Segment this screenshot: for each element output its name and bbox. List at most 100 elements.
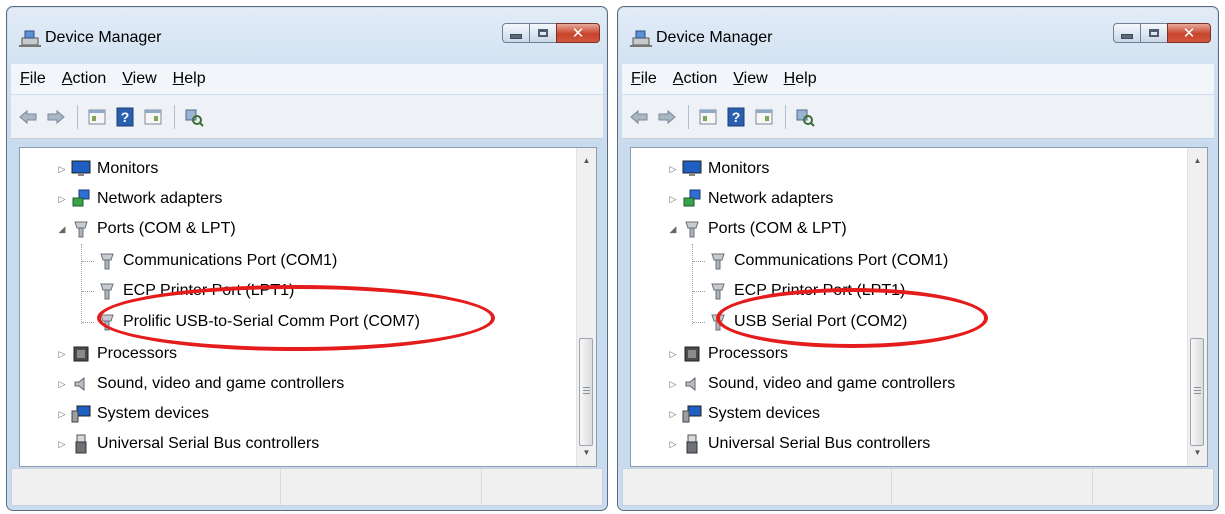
- maximize-button[interactable]: [529, 23, 557, 43]
- tree-item-label: Processors: [708, 345, 789, 362]
- scroll-down-icon[interactable]: ▼: [1188, 444, 1207, 462]
- close-button[interactable]: ✕: [556, 23, 600, 43]
- device-manager-icon: [630, 28, 652, 48]
- tree-item-ports[interactable]: ◢ Ports (COM & LPT): [668, 214, 847, 244]
- tree-item-label: System devices: [97, 405, 210, 422]
- tree-item-label: Monitors: [708, 160, 770, 177]
- tree-item-sound[interactable]: ▷ Sound, video and game controllers: [668, 369, 956, 399]
- close-icon: ✕: [571, 23, 585, 42]
- toolbar-separator: [785, 104, 786, 129]
- scroll-up-icon[interactable]: ▲: [1188, 152, 1207, 170]
- device-manager-window-right: Device Manager ✕ File Action View Help ?…: [617, 6, 1219, 511]
- menu-help[interactable]: Help: [784, 68, 817, 90]
- tree-item-system-devices[interactable]: ▷ System devices: [668, 399, 820, 429]
- help-icon[interactable]: ?: [725, 106, 747, 128]
- window-title: Device Manager: [45, 29, 162, 46]
- back-arrow-icon[interactable]: [628, 106, 650, 128]
- tree-guide-line: [82, 322, 94, 323]
- usb-icon: [682, 434, 702, 454]
- port-icon: [708, 281, 728, 301]
- back-arrow-icon[interactable]: [17, 106, 39, 128]
- tree-item-sound[interactable]: ▷ Sound, video and game controllers: [57, 369, 345, 399]
- expand-icon[interactable]: ▷: [57, 439, 67, 450]
- title-bar[interactable]: Device Manager ✕: [618, 7, 1218, 63]
- expand-icon[interactable]: ▷: [57, 194, 67, 205]
- menu-file[interactable]: File: [631, 68, 657, 90]
- expand-icon[interactable]: ▷: [57, 164, 67, 175]
- tree-item-port-com1[interactable]: Communications Port (COM1): [97, 246, 337, 276]
- menu-action[interactable]: Action: [673, 68, 717, 90]
- network-adapter-icon: [71, 189, 91, 209]
- help-icon[interactable]: ?: [114, 106, 136, 128]
- scrollbar-thumb[interactable]: [579, 338, 593, 446]
- maximize-button[interactable]: [1140, 23, 1168, 43]
- status-bar: [11, 468, 603, 506]
- vertical-scrollbar[interactable]: ▲ ▼: [1187, 148, 1207, 466]
- menu-help[interactable]: Help: [173, 68, 206, 90]
- update-driver-icon[interactable]: [142, 106, 164, 128]
- menu-file[interactable]: File: [20, 68, 46, 90]
- forward-arrow-icon[interactable]: [45, 106, 67, 128]
- menu-action[interactable]: Action: [62, 68, 106, 90]
- tree-item-usb-controllers[interactable]: ▷ Universal Serial Bus controllers: [668, 429, 930, 459]
- tree-item-port-com1[interactable]: Communications Port (COM1): [708, 246, 948, 276]
- tree-item-ports[interactable]: ◢ Ports (COM & LPT): [57, 214, 236, 244]
- close-button[interactable]: ✕: [1167, 23, 1211, 43]
- properties-icon[interactable]: [697, 106, 719, 128]
- expand-icon[interactable]: ▷: [57, 379, 67, 390]
- usb-icon: [71, 434, 91, 454]
- tree-item-label: Monitors: [97, 160, 159, 177]
- forward-arrow-icon[interactable]: [656, 106, 678, 128]
- minimize-button[interactable]: [1113, 23, 1141, 43]
- title-bar[interactable]: Device Manager ✕: [7, 7, 607, 63]
- minimize-button[interactable]: [502, 23, 530, 43]
- expand-icon[interactable]: ▷: [668, 379, 678, 390]
- tree-item-label: Universal Serial Bus controllers: [97, 435, 320, 452]
- collapse-icon[interactable]: ◢: [57, 224, 67, 235]
- tree-item-label: Sound, video and game controllers: [708, 375, 956, 392]
- expand-icon[interactable]: ▷: [668, 194, 678, 205]
- properties-icon[interactable]: [86, 106, 108, 128]
- speaker-icon: [71, 374, 91, 394]
- device-manager-icon: [19, 28, 41, 48]
- expand-icon[interactable]: ▷: [668, 349, 678, 360]
- maximize-icon: [1149, 29, 1159, 37]
- scan-hardware-icon[interactable]: [183, 106, 205, 128]
- grip-icon: [1194, 387, 1201, 395]
- tree-item-monitors[interactable]: ▷ Monitors: [668, 154, 770, 184]
- expand-icon[interactable]: ▷: [57, 349, 67, 360]
- highlight-ellipse: [716, 288, 988, 348]
- tree-item-label: Ports (COM & LPT): [97, 220, 236, 237]
- expand-icon[interactable]: ▷: [57, 409, 67, 420]
- scrollbar-thumb[interactable]: [1190, 338, 1204, 446]
- maximize-icon: [538, 29, 548, 37]
- computer-icon: [71, 404, 91, 424]
- menu-view[interactable]: View: [122, 68, 156, 90]
- expand-icon[interactable]: ▷: [668, 409, 678, 420]
- update-driver-icon[interactable]: [753, 106, 775, 128]
- vertical-scrollbar[interactable]: ▲ ▼: [576, 148, 596, 466]
- toolbar: ?: [11, 95, 603, 139]
- scan-hardware-icon[interactable]: [794, 106, 816, 128]
- expand-icon[interactable]: ▷: [668, 439, 678, 450]
- expand-icon[interactable]: ▷: [668, 164, 678, 175]
- collapse-icon[interactable]: ◢: [668, 224, 678, 235]
- tree-item-monitors[interactable]: ▷ Monitors: [57, 154, 159, 184]
- toolbar-separator: [77, 104, 78, 129]
- menu-view[interactable]: View: [733, 68, 767, 90]
- tree-item-network-adapters[interactable]: ▷ Network adapters: [668, 184, 833, 214]
- device-manager-window-left: Device Manager ✕ File Action View Help ?…: [6, 6, 608, 511]
- tree-guide-line: [693, 291, 705, 292]
- tree-item-network-adapters[interactable]: ▷ Network adapters: [57, 184, 222, 214]
- tree-item-system-devices[interactable]: ▷ System devices: [57, 399, 209, 429]
- tree-item-processors[interactable]: ▷ Processors: [668, 339, 789, 369]
- tree-item-label: Communications Port (COM1): [734, 252, 949, 269]
- tree-item-label: Network adapters: [97, 190, 223, 207]
- svg-text:?: ?: [732, 109, 741, 125]
- computer-icon: [682, 404, 702, 424]
- tree-item-processors[interactable]: ▷ Processors: [57, 339, 178, 369]
- tree-item-usb-controllers[interactable]: ▷ Universal Serial Bus controllers: [57, 429, 319, 459]
- scroll-up-icon[interactable]: ▲: [577, 152, 596, 170]
- toolbar-separator: [688, 104, 689, 129]
- scroll-down-icon[interactable]: ▼: [577, 444, 596, 462]
